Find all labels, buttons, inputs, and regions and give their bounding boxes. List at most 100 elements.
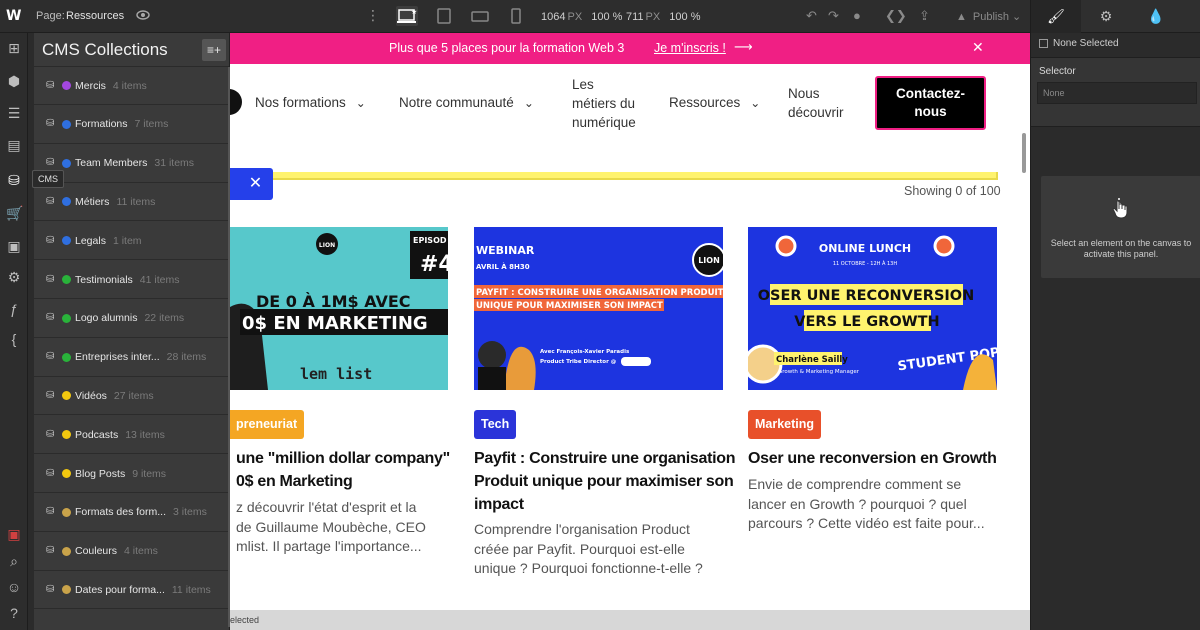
nav-formations[interactable]: Nos formations ⌄	[255, 93, 366, 113]
navigator-icon[interactable]: ☰	[6, 105, 22, 121]
database-icon: ⛁	[46, 234, 55, 246]
collection-name: Blog Posts	[75, 467, 126, 480]
mobile-landscape-icon[interactable]	[469, 6, 491, 26]
left-icon-bar: ⊞ ⬢ ☰ ▤ ⛁ 🛒 ▣ ⚙ ƒ { ▣ ⌕ ☺ ?	[0, 33, 28, 630]
nav-ressources[interactable]: Ressources ⌄	[669, 93, 760, 113]
card-1-category-tag[interactable]: preneuriat	[230, 410, 305, 439]
preview-eye-icon[interactable]	[136, 8, 150, 22]
style-manager-icon[interactable]: ƒ	[6, 301, 22, 317]
cms-collection-item[interactable]: ⛁ Formations 7 items	[34, 106, 228, 144]
banner-message: Plus que 5 places pour la formation Web …	[389, 41, 625, 55]
empty-state-hint: Select an element on the canvas to activ…	[1041, 176, 1200, 278]
cms-collection-item[interactable]: ⛁ Logo alumnis 22 items	[34, 300, 228, 338]
database-icon: ⛁	[46, 312, 55, 324]
record-icon[interactable]: ▣	[6, 526, 22, 542]
selector-section: Selector None	[1031, 57, 1200, 127]
cms-collection-item[interactable]: ⛁ Blog Posts 9 items	[34, 455, 228, 493]
top-toolbar: W Page: Ressources ⋮ ★ 1064 PX 100 % 711 P…	[0, 0, 1030, 33]
hint-text: Select an element on the canvas to activ…	[1050, 238, 1192, 259]
cms-collection-item[interactable]: ⛁ Entreprises inter... 28 items	[34, 339, 228, 377]
assets-images-icon[interactable]: ▣	[6, 238, 22, 254]
card-3-category-tag[interactable]: Marketing	[748, 410, 822, 439]
ecommerce-cart-icon[interactable]: 🛒	[6, 205, 23, 221]
collection-count: 27 items	[113, 389, 154, 402]
settings-gear-icon[interactable]: ⚙	[1081, 0, 1131, 33]
export-icon[interactable]: ⇪	[919, 8, 930, 24]
card-3-title[interactable]: Oser une reconversion en Growth	[748, 447, 997, 470]
nav-communaute[interactable]: Notre communauté ⌄	[399, 93, 534, 113]
cms-collection-item[interactable]: ⛁ Vidéos 27 items	[34, 377, 228, 416]
add-collection-button[interactable]: ≡+	[202, 39, 226, 61]
card-1-logo: LION	[319, 242, 335, 249]
card-3-date: 11 OCTOBRE - 12H À 13H	[833, 260, 897, 267]
code-icon[interactable]: ❮❯	[885, 8, 907, 24]
close-icon[interactable]: ✕	[972, 39, 984, 56]
undo-icon[interactable]: ↶	[806, 8, 817, 24]
cms-collection-item[interactable]: ⛁ Formats des form... 3 items	[34, 494, 228, 532]
cms-collection-item[interactable]: ⛁ Mercis 4 items	[34, 67, 228, 105]
card-2-category-tag[interactable]: Tech	[474, 410, 517, 439]
webflow-logo[interactable]: W	[6, 8, 24, 24]
add-panel-icon[interactable]: ⊞	[6, 40, 22, 56]
cms-collection-item[interactable]: ⛁ Testimonials 41 items	[34, 261, 228, 299]
cms-collection-item[interactable]: ⛁ Legals 1 item	[34, 222, 228, 261]
help-icon[interactable]: ?	[6, 605, 22, 621]
style-brush-icon[interactable]: 🖌	[1031, 0, 1081, 33]
search-icon[interactable]: ⌕	[6, 553, 22, 569]
card-1-thumbnail[interactable]: LION EPISOD #4 DE 0 À 1M$ AVEC 0$ EN MAR…	[230, 227, 448, 390]
card-1-episode-number: #4	[420, 252, 448, 277]
design-canvas[interactable]: Plus que 5 places pour la formation Web …	[230, 33, 1030, 630]
card-1-title[interactable]: une "million dollar company" 0$ en Market…	[236, 447, 450, 493]
variables-icon[interactable]: {	[6, 331, 22, 347]
cms-collection-item[interactable]: ⛁ Dates pour forma... 11 items	[34, 571, 228, 610]
settings-gear-icon[interactable]: ⚙	[6, 269, 22, 285]
cms-collection-item[interactable]: ⛁ Couleurs 4 items	[34, 533, 228, 571]
cms-tooltip: CMS	[32, 170, 64, 188]
mobile-portrait-icon[interactable]	[505, 6, 527, 26]
card-2-title[interactable]: Payfit : Construire une organisation Prod…	[474, 447, 736, 516]
banner-signup-link[interactable]: Je m'inscris !	[654, 41, 726, 55]
page-selector[interactable]: Ressources	[66, 10, 124, 22]
collection-color-dot	[62, 236, 71, 246]
comments-icon[interactable]: ●	[853, 8, 861, 23]
collection-color-dot	[62, 469, 71, 478]
checkbox[interactable]	[1039, 39, 1048, 48]
clear-filter-button[interactable]: ✕	[230, 168, 273, 200]
symbols-cube-icon[interactable]: ⬢	[6, 73, 22, 89]
database-icon: ⛁	[46, 389, 55, 401]
card-2-description: Comprendre l'organisation Product créée p…	[474, 521, 703, 576]
card-2-logo: LION	[698, 256, 720, 265]
desktop-breakpoint-icon[interactable]: ★	[396, 6, 418, 26]
card-2-speaker: Avec François-Xavier Paradis	[540, 349, 630, 355]
pages-icon[interactable]: ▤	[6, 137, 22, 153]
nav-decouvrir[interactable]: Nous découvrir	[788, 84, 844, 122]
contact-button[interactable]: Contactez-nous	[875, 76, 986, 130]
card-2-thumbnail[interactable]: WEBINAR AVRIL À 8H30 LION PAYFIT : CONST…	[474, 227, 723, 390]
tablet-breakpoint-icon[interactable]	[433, 6, 455, 26]
collection-color-dot	[62, 275, 71, 284]
cms-collection-item[interactable]: ⛁ Podcasts 13 items	[34, 416, 228, 455]
card-1-artwork: LION EPISOD #4 DE 0 À 1M$ AVEC 0$ EN MAR…	[230, 227, 448, 390]
card-3-headline-2: VERS LE GROWTH	[794, 314, 939, 330]
selector-input[interactable]: None	[1037, 82, 1197, 104]
collection-count: 28 items	[166, 351, 207, 364]
collection-count: 3 items	[173, 506, 207, 519]
collection-name: Podcasts	[75, 428, 119, 441]
publish-button[interactable]: ▲ Publish ⌄	[956, 10, 1021, 23]
redo-icon[interactable]: ↷	[828, 8, 839, 24]
cms-collection-item[interactable]: ⛁ Métiers 11 items	[34, 183, 228, 222]
interactions-drops-icon[interactable]: 💧	[1131, 0, 1181, 33]
collection-color-dot	[62, 352, 71, 362]
more-options-icon[interactable]: ⋮	[366, 7, 380, 24]
collection-color-dot	[62, 158, 71, 168]
card-3-thumbnail[interactable]: ONLINE LUNCH 11 OCTOBRE - 12H À 13H OSER…	[748, 227, 997, 390]
card-3-headline-1: OSER UNE RECONVERSION	[758, 288, 975, 304]
users-icon[interactable]: ☺	[6, 579, 22, 595]
nav-metiers[interactable]: Les métiers du numérique	[572, 75, 636, 132]
none-selected-toggle[interactable]: None Selected	[1039, 38, 1119, 49]
cms-database-icon[interactable]: ⛁	[6, 172, 22, 188]
cms-collections-panel: CMS Collections ≡+ ⛁ Mercis 4 items ⛁ Format…	[34, 33, 230, 630]
card-1-headline-2: 0$ EN MARKETING	[242, 313, 428, 334]
canvas-scrollbar[interactable]	[1022, 133, 1026, 173]
site-logo[interactable]	[230, 89, 242, 115]
